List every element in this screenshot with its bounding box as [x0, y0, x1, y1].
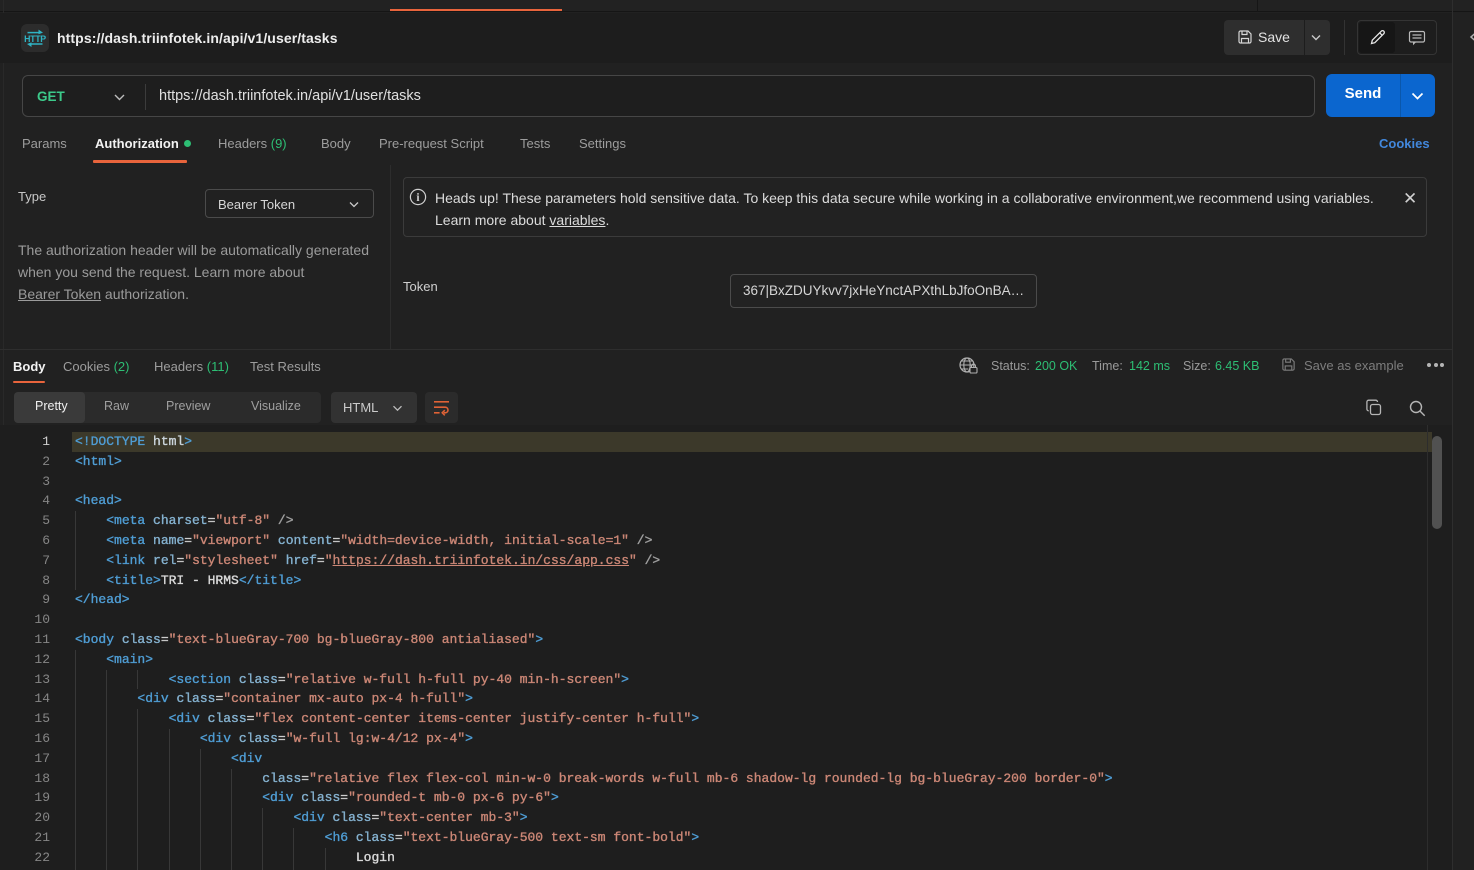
svg-text:HTTP: HTTP: [24, 34, 46, 44]
svg-text:i: i: [416, 192, 420, 204]
